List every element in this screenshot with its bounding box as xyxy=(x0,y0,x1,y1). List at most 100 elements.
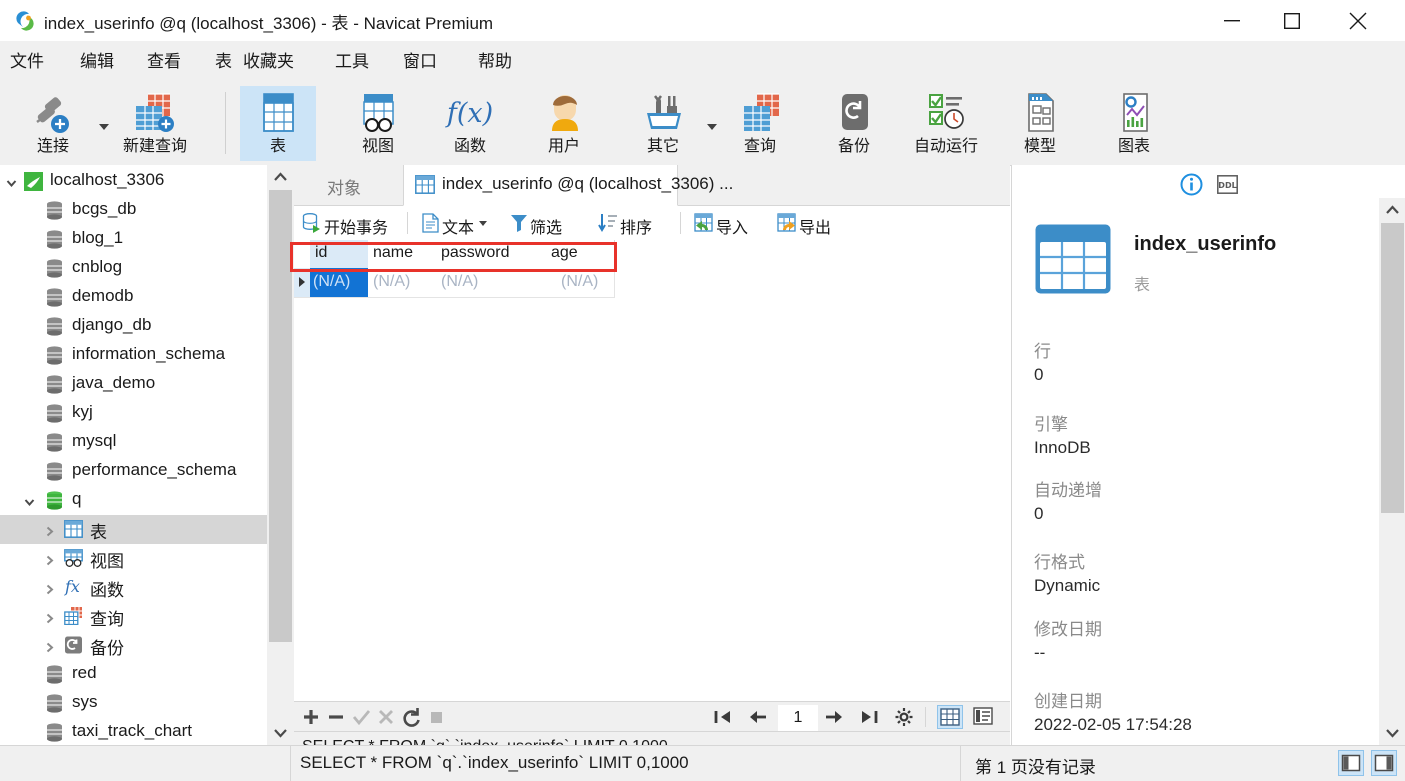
menu-view[interactable]: 查看 xyxy=(147,41,181,82)
tree-item-bcgs-db[interactable]: bcgs_db xyxy=(0,196,267,225)
first-page-button[interactable] xyxy=(710,702,736,732)
toolbar-chart[interactable]: 图表 xyxy=(1096,86,1172,161)
text-icon xyxy=(422,213,439,238)
toolbar-user[interactable]: 用户 xyxy=(526,86,602,161)
toolbar-other[interactable]: 其它 xyxy=(625,86,701,161)
refresh-button[interactable] xyxy=(398,702,424,732)
data-grid[interactable]: id name password age (N/A) (N/A) (N/A) (… xyxy=(294,240,1010,700)
tree-item-taxi-track-chart[interactable]: taxi_track_chart xyxy=(0,718,267,745)
database-icon xyxy=(46,346,63,370)
chevron-down-icon[interactable] xyxy=(6,176,17,188)
apply-change-button[interactable] xyxy=(348,702,374,732)
info-panel-scroll-thumb[interactable] xyxy=(1381,223,1404,513)
stop-button[interactable] xyxy=(423,702,449,732)
grid-cell-password[interactable]: (N/A) xyxy=(436,268,547,298)
grid-cell-id[interactable]: (N/A) xyxy=(310,268,369,298)
grid-view-button[interactable] xyxy=(937,705,963,729)
form-view-button[interactable] xyxy=(971,705,997,729)
chevron-up-icon[interactable] xyxy=(267,165,294,190)
grid-settings-button[interactable] xyxy=(891,702,917,732)
toolbar-automation[interactable]: 自动运行 xyxy=(908,86,984,161)
mysql-connection-icon xyxy=(24,172,43,196)
chevron-down-icon[interactable] xyxy=(1379,720,1405,745)
cancel-change-button[interactable] xyxy=(373,702,399,732)
menu-help[interactable]: 帮助 xyxy=(478,41,512,82)
sidebar-scroll-thumb[interactable] xyxy=(269,190,292,642)
column-label: password xyxy=(441,244,510,261)
tree-item-kyj[interactable]: kyj xyxy=(0,399,267,428)
chevron-right-icon[interactable] xyxy=(44,582,55,595)
add-record-button[interactable] xyxy=(298,702,324,732)
grid-cell-age[interactable]: (N/A) xyxy=(546,268,615,298)
tab-index-userinfo[interactable]: index_userinfo @q (localhost_3306) ... xyxy=(403,165,733,206)
chevron-right-icon[interactable] xyxy=(44,524,55,537)
tree-item-red[interactable]: red xyxy=(0,660,267,689)
prev-page-button[interactable] xyxy=(745,702,771,732)
grid-column-header-id[interactable]: id xyxy=(310,240,369,269)
toolbar-function[interactable]: f(x) 函数 xyxy=(432,86,508,161)
menu-window[interactable]: 窗口 xyxy=(403,41,437,82)
minimize-button[interactable] xyxy=(1209,0,1255,41)
menu-tools[interactable]: 工具 xyxy=(335,41,369,82)
toolbar-view[interactable]: 视图 xyxy=(340,86,416,161)
connection-dropdown-caret[interactable] xyxy=(99,124,109,130)
grid-column-header-password[interactable]: password xyxy=(436,240,547,269)
object-type: 表 xyxy=(1134,277,1151,294)
info-panel-scrollbar[interactable] xyxy=(1379,198,1405,745)
tree-item-queries[interactable]: 查询 xyxy=(0,602,267,631)
database-tree[interactable]: localhost_3306 bcgs_db blog_1 cnblog dem… xyxy=(0,165,267,745)
page-number-input[interactable]: 1 xyxy=(778,705,818,731)
row-indicator[interactable] xyxy=(294,268,311,298)
chevron-down-icon[interactable] xyxy=(24,495,35,507)
menu-file[interactable]: 文件 xyxy=(10,41,44,82)
tree-item-demodb[interactable]: demodb xyxy=(0,283,267,312)
close-button[interactable] xyxy=(1335,0,1381,41)
maximize-button[interactable] xyxy=(1269,0,1315,41)
tree-item-views[interactable]: 视图 xyxy=(0,544,267,573)
toggle-left-panel-button[interactable] xyxy=(1338,750,1364,776)
tree-item-tables[interactable]: 表 xyxy=(0,515,267,544)
chevron-right-icon[interactable] xyxy=(44,640,55,653)
toolbar-backup[interactable]: 备份 xyxy=(816,86,892,161)
toolbar-connection[interactable]: 连接 xyxy=(15,86,91,161)
delete-record-button[interactable] xyxy=(323,702,349,732)
toolbar-new-query[interactable]: 新建查询 xyxy=(110,86,200,161)
tree-item-backups[interactable]: 备份 xyxy=(0,631,267,660)
status-bar: SELECT * FROM `q`.`index_userinfo` LIMIT… xyxy=(0,745,1405,781)
toggle-right-panel-button[interactable] xyxy=(1371,750,1397,776)
tree-item-django-db[interactable]: django_db xyxy=(0,312,267,341)
chevron-down-icon[interactable] xyxy=(267,720,294,745)
tree-item-localhost-3306[interactable]: localhost_3306 xyxy=(0,167,267,196)
tab-objects[interactable]: 对象 xyxy=(299,165,403,205)
tree-item-mysql[interactable]: mysql xyxy=(0,428,267,457)
chevron-right-icon[interactable] xyxy=(44,553,55,566)
toolbar-model[interactable]: 模型 xyxy=(1002,86,1078,161)
tree-item-functions[interactable]: fx 函数 xyxy=(0,573,267,602)
toolbar-table[interactable]: 表 xyxy=(240,86,316,161)
chevron-up-icon[interactable] xyxy=(1379,198,1405,223)
database-open-icon xyxy=(46,491,63,515)
toolbar-query[interactable]: 查询 xyxy=(722,86,798,161)
text-dropdown-caret[interactable] xyxy=(479,221,487,226)
tree-item-q[interactable]: q xyxy=(0,486,267,515)
tree-item-cnblog[interactable]: cnblog xyxy=(0,254,267,283)
menu-edit[interactable]: 编辑 xyxy=(80,41,114,82)
menu-favorites[interactable]: 收藏夹 xyxy=(243,41,294,82)
toolbar-separator xyxy=(225,92,226,154)
grid-cell-name[interactable]: (N/A) xyxy=(368,268,437,298)
ddl-icon[interactable]: DDL xyxy=(1217,175,1238,199)
next-page-button[interactable] xyxy=(821,702,847,732)
sidebar-scrollbar[interactable] xyxy=(267,165,294,745)
info-circle-icon[interactable] xyxy=(1180,173,1203,201)
tree-item-blog-1[interactable]: blog_1 xyxy=(0,225,267,254)
tree-item-information-schema[interactable]: information_schema xyxy=(0,341,267,370)
grid-column-header-name[interactable]: name xyxy=(368,240,437,269)
chevron-right-icon[interactable] xyxy=(44,611,55,624)
tree-item-java-demo[interactable]: java_demo xyxy=(0,370,267,399)
tree-item-performance-schema[interactable]: performance_schema xyxy=(0,457,267,486)
last-page-button[interactable] xyxy=(856,702,882,732)
other-dropdown-caret[interactable] xyxy=(707,124,717,130)
grid-column-header-age[interactable]: age xyxy=(546,240,615,269)
menu-table[interactable]: 表 xyxy=(215,41,232,82)
tree-item-sys[interactable]: sys xyxy=(0,689,267,718)
